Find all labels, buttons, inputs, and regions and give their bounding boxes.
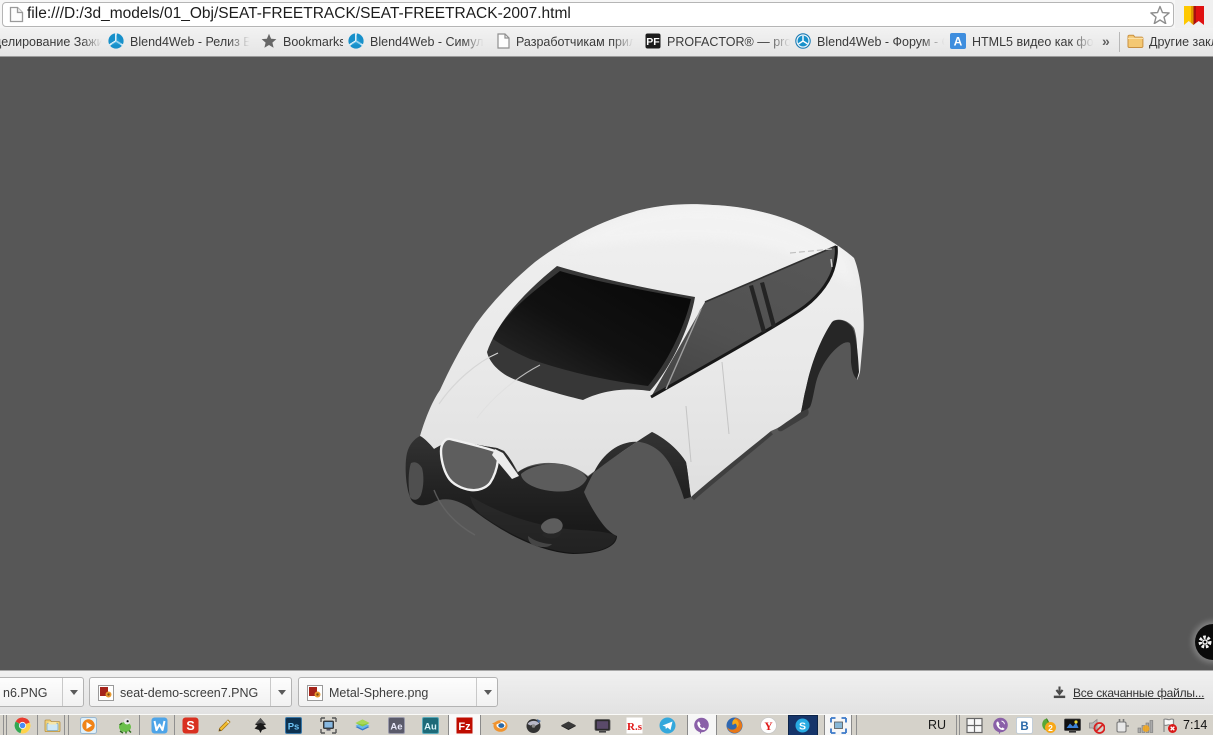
svg-text:S: S — [799, 721, 806, 733]
svg-text:2: 2 — [1048, 723, 1053, 733]
svg-text:S: S — [186, 719, 194, 733]
svg-text:R.s: R.s — [627, 721, 643, 733]
svg-text:PF: PF — [646, 36, 660, 48]
svg-text:Ps: Ps — [288, 722, 300, 733]
svg-text:Y: Y — [764, 721, 773, 733]
svg-text:Fz: Fz — [458, 721, 471, 733]
svg-text:A: A — [954, 35, 963, 49]
svg-text:B: B — [1020, 721, 1028, 733]
svg-text:Ae: Ae — [390, 722, 402, 733]
svg-text:Au: Au — [424, 722, 437, 733]
